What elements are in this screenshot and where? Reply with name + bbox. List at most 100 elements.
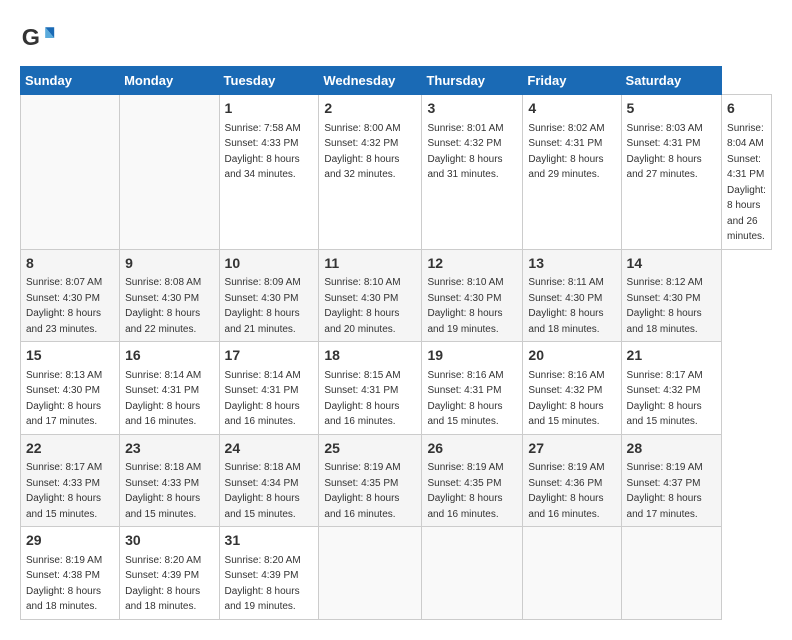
day-number: 9 <box>125 254 213 274</box>
table-row: 21Sunrise: 8:17 AMSunset: 4:32 PMDayligh… <box>621 342 721 435</box>
day-info: Sunrise: 8:18 AMSunset: 4:33 PMDaylight:… <box>125 462 201 520</box>
day-info: Sunrise: 7:58 AMSunset: 4:33 PMDaylight:… <box>225 123 301 181</box>
table-row: 13 Sunrise: 8:11 AMSunset: 4:30 PMDayligh… <box>523 249 621 342</box>
table-row: 24 Sunrise: 8:18 AMSunset: 4:34 PMDayligh… <box>219 434 319 527</box>
day-info: Sunrise: 8:04 AMSunset: 4:31 PMDaylight:… <box>727 123 766 243</box>
logo-icon: G <box>20 20 56 56</box>
day-info: Sunrise: 8:16 AMSunset: 4:32 PMDaylight:… <box>528 370 604 428</box>
day-number: 25 <box>324 439 416 459</box>
table-row: 28 Sunrise: 8:19 AMSunset: 4:37 PMDayligh… <box>621 434 721 527</box>
day-info: Sunrise: 8:20 AMSunset: 4:39 PMDaylight:… <box>125 555 201 613</box>
table-row: 25 Sunrise: 8:19 AMSunset: 4:35 PMDayligh… <box>319 434 422 527</box>
table-row: 31 Sunrise: 8:20 AMSunset: 4:39 PMDayligh… <box>219 527 319 620</box>
day-info: Sunrise: 8:19 AMSunset: 4:35 PMDaylight:… <box>324 462 400 520</box>
table-row <box>523 527 621 620</box>
day-info: Sunrise: 8:19 AMSunset: 4:37 PMDaylight:… <box>627 462 703 520</box>
header-sunday: Sunday <box>21 67 120 95</box>
week-row-3: 22 Sunrise: 8:17 AMSunset: 4:33 PMDayligh… <box>21 434 772 527</box>
day-info: Sunrise: 8:09 AMSunset: 4:30 PMDaylight:… <box>225 277 301 335</box>
svg-text:G: G <box>22 24 40 50</box>
table-row: 20 Sunrise: 8:16 AMSunset: 4:32 PMDayligh… <box>523 342 621 435</box>
table-row: 1Sunrise: 7:58 AMSunset: 4:33 PMDaylight… <box>219 95 319 250</box>
day-info: Sunrise: 8:18 AMSunset: 4:34 PMDaylight:… <box>225 462 301 520</box>
day-number: 26 <box>427 439 517 459</box>
table-row: 18 Sunrise: 8:15 AMSunset: 4:31 PMDayligh… <box>319 342 422 435</box>
table-row <box>120 95 219 250</box>
day-info: Sunrise: 8:19 AMSunset: 4:36 PMDaylight:… <box>528 462 604 520</box>
day-number: 21 <box>627 346 716 366</box>
header-tuesday: Tuesday <box>219 67 319 95</box>
calendar-table: Sunday Monday Tuesday Wednesday Thursday… <box>20 66 772 620</box>
day-info: Sunrise: 8:19 AMSunset: 4:38 PMDaylight:… <box>26 555 102 613</box>
day-number: 20 <box>528 346 615 366</box>
table-row: 6 Sunrise: 8:04 AMSunset: 4:31 PMDaylight… <box>722 95 772 250</box>
table-row <box>422 527 523 620</box>
table-row: 16 Sunrise: 8:14 AMSunset: 4:31 PMDayligh… <box>120 342 219 435</box>
day-info: Sunrise: 8:17 AMSunset: 4:33 PMDaylight:… <box>26 462 102 520</box>
table-row: 12Sunrise: 8:10 AMSunset: 4:30 PMDayligh… <box>422 249 523 342</box>
day-number: 18 <box>324 346 416 366</box>
day-number: 24 <box>225 439 314 459</box>
week-row-0: 1Sunrise: 7:58 AMSunset: 4:33 PMDaylight… <box>21 95 772 250</box>
day-number: 2 <box>324 99 416 119</box>
table-row: 26 Sunrise: 8:19 AMSunset: 4:35 PMDayligh… <box>422 434 523 527</box>
header-thursday: Thursday <box>422 67 523 95</box>
day-number: 11 <box>324 254 416 274</box>
day-info: Sunrise: 8:19 AMSunset: 4:35 PMDaylight:… <box>427 462 503 520</box>
day-number: 27 <box>528 439 615 459</box>
table-row: 22 Sunrise: 8:17 AMSunset: 4:33 PMDayligh… <box>21 434 120 527</box>
day-number: 3 <box>427 99 517 119</box>
day-info: Sunrise: 8:20 AMSunset: 4:39 PMDaylight:… <box>225 555 301 613</box>
table-row: 5Sunrise: 8:03 AMSunset: 4:31 PMDaylight… <box>621 95 721 250</box>
week-row-2: 15 Sunrise: 8:13 AMSunset: 4:30 PMDayligh… <box>21 342 772 435</box>
day-number: 17 <box>225 346 314 366</box>
table-row: 11 Sunrise: 8:10 AMSunset: 4:30 PMDayligh… <box>319 249 422 342</box>
day-number: 6 <box>727 99 766 119</box>
day-info: Sunrise: 8:12 AMSunset: 4:30 PMDaylight:… <box>627 277 703 335</box>
day-info: Sunrise: 8:02 AMSunset: 4:31 PMDaylight:… <box>528 123 604 181</box>
header-row: Sunday Monday Tuesday Wednesday Thursday… <box>21 67 772 95</box>
week-row-4: 29 Sunrise: 8:19 AMSunset: 4:38 PMDayligh… <box>21 527 772 620</box>
table-row: 23 Sunrise: 8:18 AMSunset: 4:33 PMDayligh… <box>120 434 219 527</box>
day-number: 19 <box>427 346 517 366</box>
table-row: 3 Sunrise: 8:01 AMSunset: 4:32 PMDaylight… <box>422 95 523 250</box>
table-row: 4Sunrise: 8:02 AMSunset: 4:31 PMDaylight… <box>523 95 621 250</box>
day-number: 10 <box>225 254 314 274</box>
header-wednesday: Wednesday <box>319 67 422 95</box>
day-number: 31 <box>225 531 314 551</box>
day-info: Sunrise: 8:10 AMSunset: 4:30 PMDaylight:… <box>324 277 400 335</box>
day-number: 23 <box>125 439 213 459</box>
table-row <box>319 527 422 620</box>
table-row: 8 Sunrise: 8:07 AMSunset: 4:30 PMDaylight… <box>21 249 120 342</box>
header-monday: Monday <box>120 67 219 95</box>
table-row: 27 Sunrise: 8:19 AMSunset: 4:36 PMDayligh… <box>523 434 621 527</box>
day-info: Sunrise: 8:01 AMSunset: 4:32 PMDaylight:… <box>427 123 503 181</box>
day-number: 15 <box>26 346 114 366</box>
day-number: 8 <box>26 254 114 274</box>
table-row: 9Sunrise: 8:08 AMSunset: 4:30 PMDaylight… <box>120 249 219 342</box>
day-info: Sunrise: 8:00 AMSunset: 4:32 PMDaylight:… <box>324 123 400 181</box>
day-number: 22 <box>26 439 114 459</box>
day-info: Sunrise: 8:07 AMSunset: 4:30 PMDaylight:… <box>26 277 102 335</box>
table-row: 19 Sunrise: 8:16 AMSunset: 4:31 PMDayligh… <box>422 342 523 435</box>
header-saturday: Saturday <box>621 67 721 95</box>
calendar-header: Sunday Monday Tuesday Wednesday Thursday… <box>21 67 772 95</box>
table-row <box>621 527 721 620</box>
day-number: 14 <box>627 254 716 274</box>
day-info: Sunrise: 8:16 AMSunset: 4:31 PMDaylight:… <box>427 370 503 428</box>
day-number: 30 <box>125 531 213 551</box>
table-row: 10 Sunrise: 8:09 AMSunset: 4:30 PMDayligh… <box>219 249 319 342</box>
day-number: 13 <box>528 254 615 274</box>
day-number: 28 <box>627 439 716 459</box>
day-number: 5 <box>627 99 716 119</box>
table-row: 15 Sunrise: 8:13 AMSunset: 4:30 PMDayligh… <box>21 342 120 435</box>
table-row <box>21 95 120 250</box>
day-info: Sunrise: 8:11 AMSunset: 4:30 PMDaylight:… <box>528 277 603 335</box>
day-number: 16 <box>125 346 213 366</box>
day-info: Sunrise: 8:15 AMSunset: 4:31 PMDaylight:… <box>324 370 400 428</box>
header-friday: Friday <box>523 67 621 95</box>
day-number: 29 <box>26 531 114 551</box>
day-info: Sunrise: 8:13 AMSunset: 4:30 PMDaylight:… <box>26 370 102 428</box>
day-info: Sunrise: 8:14 AMSunset: 4:31 PMDaylight:… <box>125 370 201 428</box>
day-number: 12 <box>427 254 517 274</box>
